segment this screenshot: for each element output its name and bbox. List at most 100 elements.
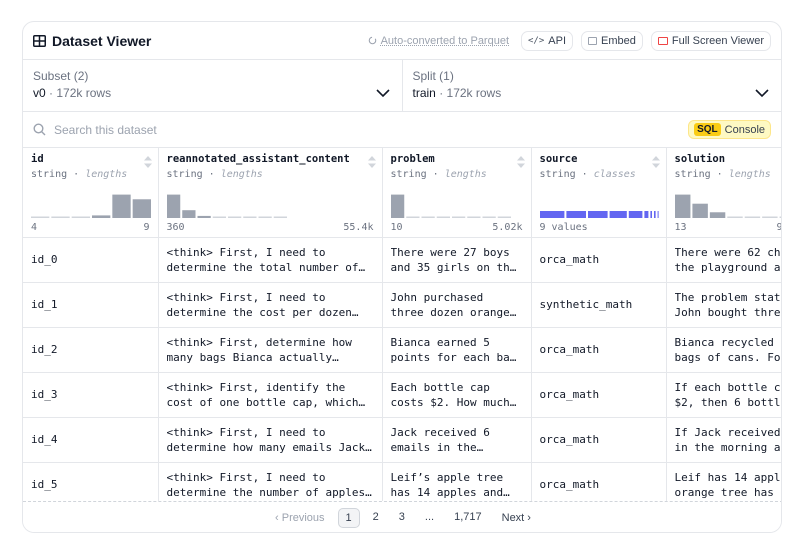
- histogram-bar[interactable]: [166, 194, 180, 218]
- table-row[interactable]: id_1 <think> First, I need to determine t…: [23, 282, 781, 328]
- sort-icon[interactable]: [367, 156, 376, 168]
- histogram-bar[interactable]: [242, 216, 256, 218]
- embed-button[interactable]: Embed: [581, 30, 643, 51]
- sort-icon[interactable]: [651, 156, 660, 168]
- histogram-bar[interactable]: [92, 214, 111, 218]
- class-bar-segment[interactable]: [539, 210, 564, 218]
- previous-page-button[interactable]: ‹ Previous: [268, 509, 332, 527]
- class-bar-segment[interactable]: [628, 210, 642, 218]
- histogram-bar[interactable]: [390, 194, 404, 218]
- histogram-bar[interactable]: [132, 198, 151, 218]
- cell-problem[interactable]: Bianca earned 5 points for each ba…: [382, 327, 532, 373]
- histogram-bar[interactable]: [761, 216, 778, 218]
- cell-id[interactable]: id_2: [23, 327, 159, 373]
- histogram-bar[interactable]: [744, 216, 760, 218]
- cell-solution[interactable]: If each bottle c $2, then 6 bottl: [666, 372, 781, 418]
- class-bar-segment[interactable]: [609, 210, 627, 218]
- histogram-bar[interactable]: [181, 209, 195, 218]
- histogram-bar[interactable]: [421, 216, 435, 218]
- histogram-bar[interactable]: [726, 216, 743, 218]
- histogram-bar[interactable]: [273, 216, 287, 218]
- sort-icon[interactable]: [516, 156, 525, 168]
- column-header-3[interactable]: source string · classes 9 values: [531, 148, 667, 238]
- column-header-1[interactable]: reannotated_assistant_content string · le…: [158, 148, 383, 238]
- cell-id[interactable]: id_3: [23, 372, 159, 418]
- page-button[interactable]: 1,717: [447, 508, 489, 528]
- histogram-bar[interactable]: [405, 216, 419, 218]
- histogram-bar[interactable]: [451, 216, 465, 218]
- cell-problem[interactable]: There were 27 boys and 35 girls on th…: [382, 237, 532, 283]
- cell-source[interactable]: synthetic_math: [531, 282, 667, 328]
- auto-converted-link[interactable]: Auto-converted to Parquet: [368, 35, 509, 47]
- cell-id[interactable]: id_5: [23, 462, 159, 501]
- split-select[interactable]: Split (1) train · 172k rows: [401, 60, 782, 111]
- next-page-button[interactable]: Next ›: [495, 509, 538, 527]
- table-row[interactable]: id_4 <think> First, I need to determine h…: [23, 417, 781, 463]
- cell-solution[interactable]: The problem stat John bought thre: [666, 282, 781, 328]
- data-table-container[interactable]: id string · lengths 4 9 reannotated_assistan…: [23, 148, 783, 501]
- cell-id[interactable]: id_4: [23, 417, 159, 463]
- class-bar-segment[interactable]: [565, 210, 586, 218]
- cell-solution[interactable]: Bianca recycled bags of cans. Fo: [666, 327, 781, 373]
- histogram-bar[interactable]: [258, 216, 272, 218]
- cell-content[interactable]: <think> First, I need to determine the t…: [158, 237, 383, 283]
- cell-id[interactable]: id_0: [23, 237, 159, 283]
- histogram-bar[interactable]: [436, 216, 450, 218]
- class-bar-segment[interactable]: [643, 210, 648, 218]
- cell-problem[interactable]: Each bottle cap costs $2. How much…: [382, 372, 532, 418]
- histogram-bar[interactable]: [31, 216, 50, 218]
- histogram-bar[interactable]: [197, 215, 211, 218]
- fullscreen-button[interactable]: Full Screen Viewer: [650, 30, 771, 51]
- table-row[interactable]: id_2 <think> First, determine how many ba…: [23, 327, 781, 373]
- page-button[interactable]: 3: [392, 508, 412, 528]
- histogram-bar[interactable]: [71, 216, 90, 218]
- column-histogram[interactable]: [390, 192, 511, 218]
- cell-solution[interactable]: If Jack received in the morning a: [666, 417, 781, 463]
- cell-problem[interactable]: Leif’s apple tree has 14 apples and…: [382, 462, 532, 501]
- column-histogram[interactable]: [674, 192, 783, 218]
- histogram-bar[interactable]: [691, 203, 708, 218]
- histogram-bar[interactable]: [482, 216, 496, 218]
- histogram-bar[interactable]: [779, 216, 782, 218]
- api-button[interactable]: </> API: [521, 30, 574, 51]
- cell-source[interactable]: orca_math: [531, 237, 667, 283]
- page-button[interactable]: 2: [366, 508, 386, 528]
- cell-solution[interactable]: Leif has 14 appl orange tree has: [666, 462, 781, 501]
- sort-icon[interactable]: [143, 156, 152, 168]
- histogram-bar[interactable]: [466, 216, 480, 218]
- histogram-bar[interactable]: [709, 211, 725, 218]
- subset-select[interactable]: Subset (2) v0 · 172k rows: [23, 60, 402, 111]
- cell-source[interactable]: orca_math: [531, 327, 667, 373]
- class-bar-segment[interactable]: [657, 210, 659, 218]
- cell-source[interactable]: orca_math: [531, 462, 667, 501]
- cell-content[interactable]: <think> First, I need to determine how m…: [158, 417, 383, 463]
- cell-content[interactable]: <think> First, determine how many bags B…: [158, 327, 383, 373]
- class-bar-segment[interactable]: [649, 210, 652, 218]
- column-header-4[interactable]: solutionstring · lengths139.1: [666, 148, 783, 238]
- page-button[interactable]: 1: [337, 508, 360, 528]
- sql-console-button[interactable]: SQL Console: [688, 120, 771, 139]
- histogram-bar[interactable]: [674, 194, 690, 218]
- table-row[interactable]: id_5 <think> First, I need to determine t…: [23, 462, 781, 501]
- cell-content[interactable]: <think> First, I need to determine the n…: [158, 462, 383, 501]
- class-bar-segment[interactable]: [587, 210, 608, 218]
- search-input[interactable]: Search this dataset: [54, 123, 157, 137]
- column-histogram[interactable]: [166, 192, 287, 218]
- column-histogram[interactable]: [539, 192, 660, 218]
- search-bar[interactable]: Search this dataset SQL Console: [23, 112, 781, 148]
- table-row[interactable]: id_0 <think> First, I need to determine t…: [23, 237, 781, 283]
- table-row[interactable]: id_3 <think> First, identify the cost of …: [23, 372, 781, 418]
- cell-problem[interactable]: Jack received 6 emails in the…: [382, 417, 532, 463]
- cell-problem[interactable]: John purchased three dozen oranges for…: [382, 282, 532, 328]
- cell-content[interactable]: <think> First, identify the cost of one …: [158, 372, 383, 418]
- cell-source[interactable]: orca_math: [531, 417, 667, 463]
- histogram-bar[interactable]: [497, 216, 511, 218]
- cell-source[interactable]: orca_math: [531, 372, 667, 418]
- histogram-bar[interactable]: [51, 216, 70, 218]
- histogram-bar[interactable]: [112, 194, 131, 218]
- histogram-bar[interactable]: [212, 216, 226, 218]
- column-header-0[interactable]: id string · lengths 4 9: [23, 148, 159, 238]
- column-header-2[interactable]: problem string · lengths 10 5.02k: [382, 148, 532, 238]
- column-histogram[interactable]: [31, 192, 151, 218]
- cell-id[interactable]: id_1: [23, 282, 159, 328]
